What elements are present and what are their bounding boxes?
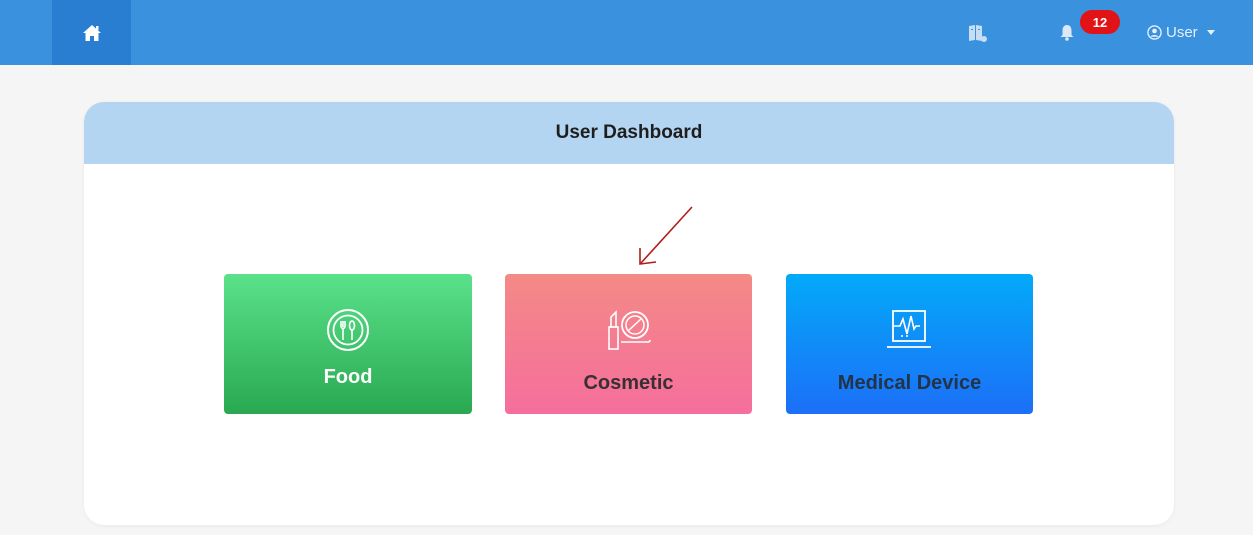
- medical-device-tile[interactable]: Medical Device: [786, 274, 1033, 414]
- chevron-down-icon: [1206, 29, 1215, 35]
- home-icon: [82, 24, 101, 41]
- dashboard-header: User Dashboard: [84, 102, 1174, 164]
- cosmetic-tile[interactable]: Cosmetic: [505, 274, 752, 414]
- cosmetic-tile-label: Cosmetic: [583, 372, 674, 394]
- bell-icon[interactable]: [1059, 24, 1075, 41]
- food-tile[interactable]: Food: [224, 274, 472, 414]
- annotation-arrow-icon: [639, 206, 693, 265]
- food-tile-label: Food: [323, 366, 373, 388]
- page-title: User Dashboard: [555, 122, 703, 143]
- heart-monitor-icon: [886, 306, 933, 354]
- food-plate-icon: [325, 306, 371, 354]
- user-dropdown[interactable]: User: [1147, 22, 1215, 42]
- user-menu-label: User: [1166, 23, 1198, 41]
- lipstick-compact-icon: [604, 306, 654, 354]
- book-icon[interactable]: [968, 23, 988, 43]
- medical-device-tile-label: Medical Device: [837, 372, 982, 394]
- top-navbar: 12 User: [0, 0, 1253, 65]
- user-circle-icon: [1147, 24, 1162, 40]
- notification-count-badge: 12: [1080, 10, 1120, 34]
- home-button[interactable]: [52, 0, 131, 65]
